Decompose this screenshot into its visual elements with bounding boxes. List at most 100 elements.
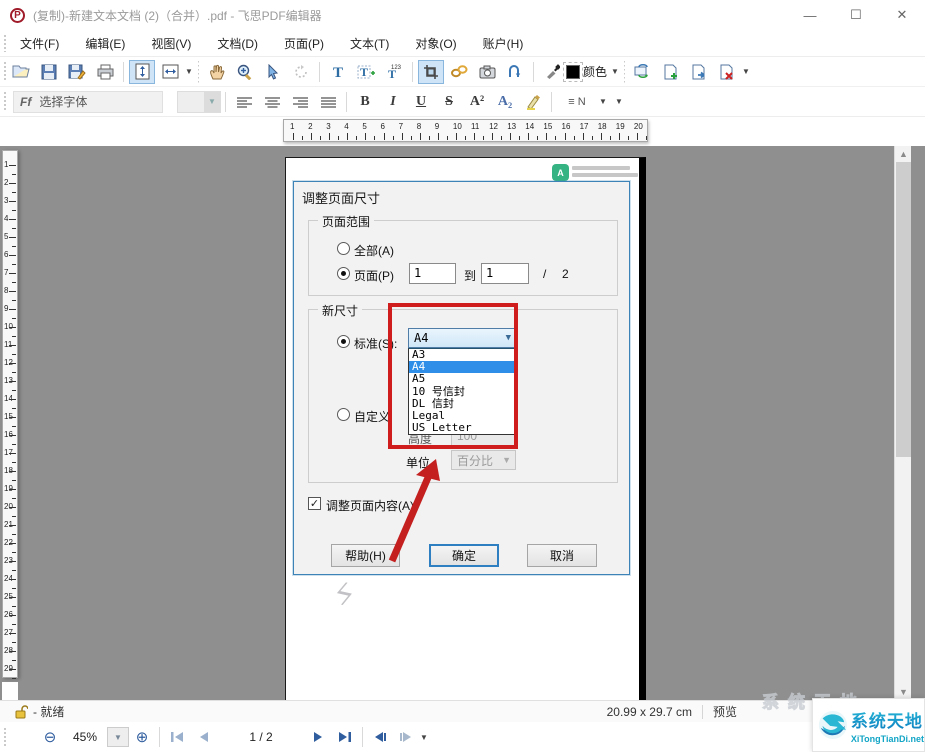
align-justify-icon[interactable]: [315, 90, 341, 114]
underline-button[interactable]: U: [408, 90, 434, 114]
subscript-button[interactable]: A₂: [492, 90, 518, 114]
close-button[interactable]: ✕: [879, 0, 925, 30]
line-spacing-caret-icon[interactable]: ▼: [598, 97, 608, 106]
range-pages-label: 页面(P): [354, 269, 394, 283]
menu-object[interactable]: 对象(O): [402, 30, 469, 56]
new-size-label: 新尺寸: [318, 302, 363, 319]
italic-button[interactable]: I: [380, 90, 406, 114]
vertical-scrollbar[interactable]: ▲ ▼: [894, 146, 911, 700]
app-logo-icon: P: [10, 7, 25, 23]
strikethrough-button[interactable]: S: [436, 90, 462, 114]
range-pages-radio[interactable]: [337, 267, 350, 280]
next-view-button[interactable]: [393, 726, 419, 748]
delete-page-icon[interactable]: [714, 60, 740, 84]
document-canvas: 1234567891011121314151617181920212223242…: [0, 146, 925, 752]
crop-tool-icon[interactable]: [418, 59, 444, 84]
highlight-pen-icon[interactable]: [520, 90, 546, 114]
superscript-button[interactable]: A²: [464, 90, 490, 114]
preview-toggle[interactable]: 预览: [713, 703, 737, 720]
fit-height-icon[interactable]: [129, 59, 155, 84]
last-page-button[interactable]: [332, 726, 358, 748]
toolbar-separator: [159, 727, 160, 747]
page-indicator[interactable]: 1 / 2: [216, 730, 306, 744]
eyedropper-icon[interactable]: [539, 60, 565, 84]
nav-options-caret-icon[interactable]: ▼: [419, 733, 429, 742]
horizontal-ruler: 1 2 3 4 5 6 7 8 9 10 11 12 13 14 15 16 17 18 19 20: [283, 119, 648, 142]
zoom-select[interactable]: ▼: [107, 727, 129, 747]
select-tool-icon[interactable]: [260, 60, 286, 84]
align-right-icon[interactable]: [287, 90, 313, 114]
toolbar-grip: [3, 91, 7, 112]
zoom-level-text: 45%: [72, 730, 98, 744]
page-tools-caret-icon[interactable]: ▼: [741, 67, 751, 76]
replace-page-icon[interactable]: [630, 60, 656, 84]
link-tool-icon[interactable]: [446, 60, 472, 84]
align-center-icon[interactable]: [259, 90, 285, 114]
menu-text[interactable]: 文本(T): [337, 30, 402, 56]
fit-options-caret-icon[interactable]: ▼: [184, 67, 194, 76]
menu-view[interactable]: 视图(V): [138, 30, 204, 56]
line-spacing-button[interactable]: ≡ N: [557, 90, 597, 114]
toolbar-separator: [225, 91, 226, 112]
page-to-input[interactable]: 1: [481, 263, 529, 284]
zoom-out-button[interactable]: ⊖: [37, 726, 63, 748]
minimize-button[interactable]: —: [787, 0, 833, 30]
print-icon[interactable]: [92, 60, 118, 84]
navigation-bar: ⊖ 45% ▼ ⊕ 1 / 2 ▼: [0, 722, 925, 752]
watermark-site-name: 系统天地: [851, 707, 924, 732]
color-swatch-icon[interactable]: [563, 61, 583, 82]
bold-button[interactable]: B: [352, 90, 378, 114]
fit-width-icon[interactable]: [157, 60, 183, 84]
add-text-icon[interactable]: T: [325, 60, 351, 84]
menu-edit[interactable]: 编辑(E): [72, 30, 138, 56]
open-file-icon[interactable]: [8, 60, 34, 84]
menu-document[interactable]: 文档(D): [204, 30, 271, 56]
watermark-site-url[interactable]: XiTongTianDi.net: [851, 734, 924, 744]
edit-text-icon[interactable]: T: [353, 60, 379, 84]
dialog-title: 调整页面尺寸: [302, 191, 381, 206]
scrollbar-thumb[interactable]: [896, 162, 911, 457]
unit-select: 百分比 ▼: [451, 450, 516, 470]
adjust-content-checkbox[interactable]: ✓: [308, 497, 321, 510]
toolbar-separator: [319, 61, 320, 82]
scroll-up-icon[interactable]: ▲: [895, 146, 912, 162]
menu-account[interactable]: 账户(H): [470, 30, 537, 56]
color-caret-icon[interactable]: ▼: [610, 67, 620, 76]
menu-file[interactable]: 文件(F): [7, 30, 72, 56]
first-page-button[interactable]: [164, 726, 190, 748]
maximize-button[interactable]: ☐: [833, 0, 879, 30]
toolbar-separator: [346, 91, 347, 112]
menu-bar: 文件(F) 编辑(E) 视图(V) 文档(D) 页面(P) 文本(T) 对象(O…: [0, 30, 925, 57]
page-from-input[interactable]: 1: [409, 263, 456, 284]
extract-page-icon[interactable]: [686, 60, 712, 84]
next-page-button[interactable]: [306, 726, 332, 748]
window-title: (复制)-新建文本文档 (2)（合并）.pdf - 飞思PDF编辑器: [33, 8, 322, 23]
previous-view-button[interactable]: [367, 726, 393, 748]
font-ff-icon: Ff: [20, 94, 32, 109]
standard-size-radio[interactable]: [337, 335, 350, 348]
site-watermark: 系统天地 XiTongTianDi.net: [812, 698, 925, 752]
save-as-icon[interactable]: [64, 60, 90, 84]
previous-page-button[interactable]: [190, 726, 216, 748]
cancel-button[interactable]: 取消: [527, 544, 597, 567]
undo-shape-icon[interactable]: [502, 60, 528, 84]
align-left-icon[interactable]: [231, 90, 257, 114]
font-size-select[interactable]: ▼: [177, 90, 221, 113]
svg-text:T: T: [333, 65, 343, 80]
font-select-input[interactable]: Ff 选择字体: [13, 90, 163, 113]
format-toolbar: Ff 选择字体 ▼ B I U S A² A₂ ≡ N ▼ ▼: [0, 87, 925, 117]
toolbar-separator: [198, 60, 199, 83]
range-all-label: 全部(A): [354, 244, 394, 258]
toolbar-overflow-caret-icon[interactable]: ▼: [614, 97, 624, 106]
save-icon[interactable]: [36, 60, 62, 84]
menu-page[interactable]: 页面(P): [271, 30, 337, 56]
text-number-icon[interactable]: 123 T: [381, 60, 407, 84]
zoom-in-button[interactable]: ⊕: [129, 726, 155, 748]
zoom-tool-icon[interactable]: [232, 60, 258, 84]
insert-page-icon[interactable]: [658, 60, 684, 84]
custom-size-radio[interactable]: [337, 408, 350, 421]
title-bar: P (复制)-新建文本文档 (2)（合并）.pdf - 飞思PDF编辑器 — ☐…: [0, 0, 925, 30]
hand-tool-icon[interactable]: [204, 60, 230, 84]
snapshot-icon[interactable]: [474, 60, 500, 84]
range-all-radio[interactable]: [337, 242, 350, 255]
